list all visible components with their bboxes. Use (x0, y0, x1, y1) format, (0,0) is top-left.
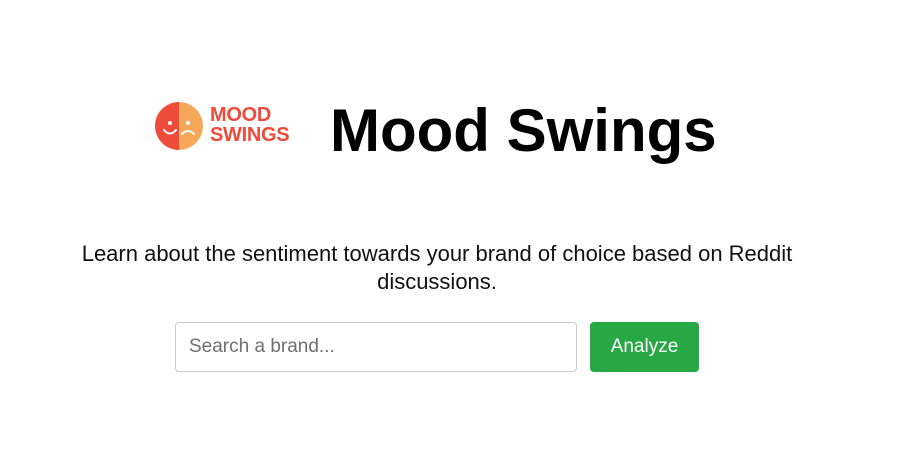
brand-logo: MOOD SWINGS (155, 100, 290, 152)
analyze-button[interactable]: Analyze (590, 322, 699, 372)
page-title: Mood Swings (330, 97, 717, 164)
search-input[interactable] (175, 322, 577, 372)
logo-line-2: SWINGS (210, 124, 290, 146)
happy-sad-face-icon (155, 102, 203, 150)
logo-wordmark: MOOD SWINGS (210, 104, 290, 146)
logo-line-1: MOOD (210, 104, 272, 126)
tagline: Learn about the sentiment towards your b… (81, 241, 793, 294)
